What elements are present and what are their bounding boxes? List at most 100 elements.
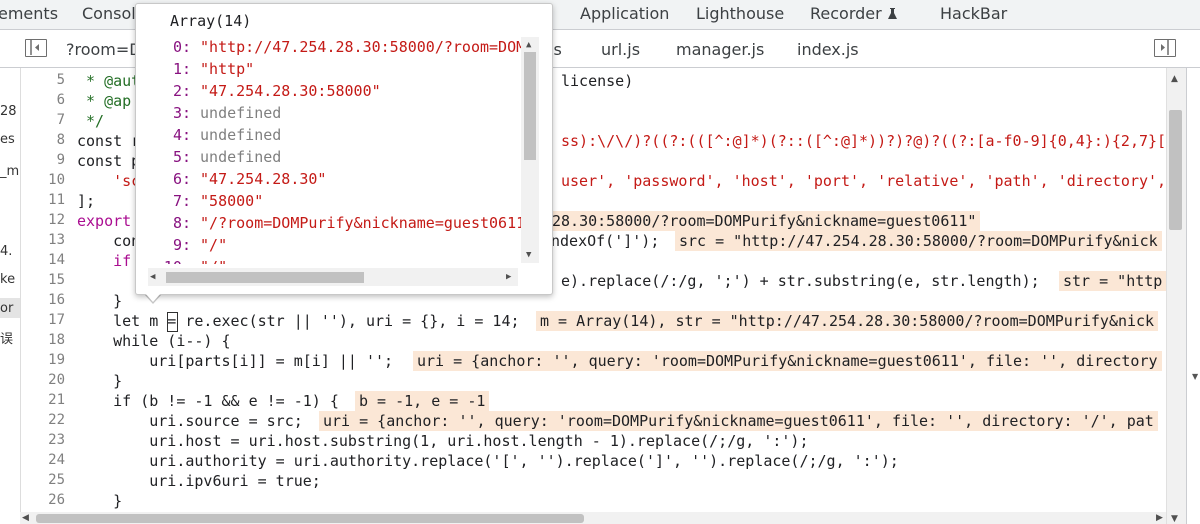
array-value: undefined: [200, 126, 282, 144]
toggle-debugger-icon[interactable]: [1154, 39, 1176, 57]
array-item[interactable]: 1: "http": [137, 58, 254, 80]
sidebar-fragment: 28: [0, 104, 17, 119]
line-number[interactable]: 9: [21, 152, 65, 168]
array-item[interactable]: 0: "http://47.254.28.30:58000/?room=DOMF: [137, 36, 521, 58]
popover-vertical-scroll-thumb[interactable]: [524, 52, 536, 160]
popover-pointer-fill: [145, 293, 161, 302]
array-value: "/": [200, 236, 228, 254]
line-number[interactable]: 6: [21, 92, 65, 108]
array-value: undefined: [200, 104, 282, 122]
file-tab-room[interactable]: ?room=D: [66, 40, 142, 59]
code-line: con: [77, 232, 141, 250]
line-number[interactable]: 22: [21, 412, 65, 428]
array-index: 3:: [172, 104, 191, 122]
line-number[interactable]: 13: [21, 232, 65, 248]
value-popover: Array(14) 0: "http://47.254.28.30:58000/…: [135, 3, 553, 295]
line-number[interactable]: 5: [21, 72, 65, 88]
code-vertical-scroll-thumb[interactable]: [1169, 110, 1182, 230]
array-item[interactable]: 7: "58000": [137, 190, 263, 212]
array-index: 2:: [172, 82, 191, 100]
expand-arrow-icon[interactable]: ▼: [1192, 372, 1198, 381]
flask-icon: [887, 8, 897, 19]
array-index: 9:: [172, 236, 191, 254]
sidebar-fragment: 误: [0, 332, 14, 347]
array-item[interactable]: 6: "47.254.28.30": [137, 168, 327, 190]
popover-horizontal-scroll-thumb[interactable]: [166, 272, 364, 283]
code-line: uri[parts[i]] = m[i] || '';: [77, 352, 394, 370]
tab-elements[interactable]: ements: [0, 4, 58, 23]
line-number[interactable]: 11: [21, 192, 65, 208]
navigator-pane: 28 es _m 4. ke or 误: [0, 68, 20, 524]
line-number[interactable]: 24: [21, 452, 65, 468]
popover-scroll-right-icon[interactable]: ▶: [506, 272, 511, 282]
tab-console[interactable]: Consol: [82, 4, 136, 23]
code-fragment: ndexOf(']');: [551, 232, 660, 250]
array-item[interactable]: 8: "/?room=DOMPurify&nickname=guest0611": [137, 212, 521, 234]
array-index: 0:: [172, 38, 191, 56]
line-number-gutter[interactable]: 5 6 7 8 9 10 11 12 13 14 15 16 17 18 19 …: [21, 68, 69, 512]
line-number[interactable]: 12: [21, 212, 65, 228]
array-item[interactable]: 5: undefined: [137, 146, 281, 168]
array-value: "/?room=DOMPurify&nickname=guest0611": [200, 214, 521, 232]
line-number[interactable]: 7: [21, 112, 65, 128]
array-item[interactable]: 4: undefined: [137, 124, 281, 146]
code-line: 'sc: [77, 172, 141, 190]
line-number[interactable]: 8: [21, 132, 65, 148]
file-tab-manager-js[interactable]: manager.js: [676, 40, 764, 59]
popover-scroll-up-icon[interactable]: ▲: [526, 40, 531, 50]
array-index: 1:: [172, 60, 191, 78]
code-line: }: [77, 292, 123, 310]
line-number[interactable]: 10: [21, 172, 65, 188]
code-fragment: user', 'password', 'host', 'port', 'rela…: [561, 172, 1167, 190]
line-number[interactable]: 19: [21, 352, 65, 368]
scroll-up-arrow-icon[interactable]: ▲: [1171, 74, 1178, 84]
line-number[interactable]: 14: [21, 252, 65, 268]
code-line: export: [77, 212, 132, 230]
tab-recorder-label: Recorder: [810, 4, 882, 23]
code-line: * @aut: [77, 72, 141, 90]
code-line: */: [77, 112, 105, 130]
array-index: 7:: [172, 192, 191, 210]
line-number[interactable]: 18: [21, 332, 65, 348]
array-item[interactable]: 2: "47.254.28.30:58000": [137, 80, 381, 102]
code-line: uri.ipv6uri = true;: [77, 472, 321, 490]
array-index: 6:: [172, 170, 191, 188]
code-line: uri.host = uri.host.substring(1, uri.hos…: [77, 432, 809, 450]
array-item[interactable]: 9: "/": [137, 234, 227, 256]
toggle-navigator-icon[interactable]: [25, 39, 47, 57]
popover-scroll-down-icon[interactable]: ▼: [526, 250, 531, 260]
line-number[interactable]: 23: [21, 432, 65, 448]
sidebar-fragment: 4.: [0, 244, 13, 259]
tab-hackbar[interactable]: HackBar: [940, 4, 1007, 23]
line-number[interactable]: 26: [21, 492, 65, 508]
line-number[interactable]: 15: [21, 272, 65, 288]
line-number[interactable]: 17: [21, 312, 65, 328]
line-number[interactable]: 21: [21, 392, 65, 408]
line-number[interactable]: 16: [21, 292, 65, 308]
inline-value: uri = {anchor: '', query: 'room=DOMPurif…: [319, 411, 1158, 431]
tab-application[interactable]: Application: [580, 4, 669, 23]
array-item[interactable]: 3: undefined: [137, 102, 281, 124]
file-tab-index-js[interactable]: index.js: [797, 40, 859, 59]
popover-scroll-left-icon[interactable]: ◀: [150, 272, 155, 282]
tab-lighthouse[interactable]: Lighthouse: [696, 4, 784, 23]
line-number[interactable]: 25: [21, 472, 65, 488]
line-number[interactable]: 20: [21, 372, 65, 388]
code-horizontal-scroll-thumb[interactable]: [36, 514, 584, 523]
scroll-left-arrow-icon[interactable]: ◀: [22, 513, 29, 523]
array-item[interactable]: 10: "/": [137, 256, 227, 264]
array-value: "47.254.28.30:58000": [200, 82, 381, 100]
scroll-down-arrow-icon[interactable]: ▼: [1171, 514, 1178, 524]
code-line: const p: [77, 152, 141, 170]
text-cursor: [167, 312, 178, 332]
code-line: const r: [77, 132, 141, 150]
inline-value: src = "http://47.254.28.30:58000/?room=D…: [675, 231, 1162, 251]
popover-title[interactable]: Array(14): [170, 12, 251, 30]
array-value: "47.254.28.30": [200, 170, 327, 188]
tab-recorder[interactable]: Recorder: [810, 4, 897, 23]
file-tab-url-js[interactable]: url.js: [601, 40, 640, 59]
array-value: undefined: [200, 148, 282, 166]
code-line: uri.authority = uri.authority.replace('[…: [77, 452, 899, 470]
scroll-right-arrow-icon[interactable]: ▶: [1156, 513, 1163, 523]
sidebar-fragment: es: [0, 132, 15, 147]
